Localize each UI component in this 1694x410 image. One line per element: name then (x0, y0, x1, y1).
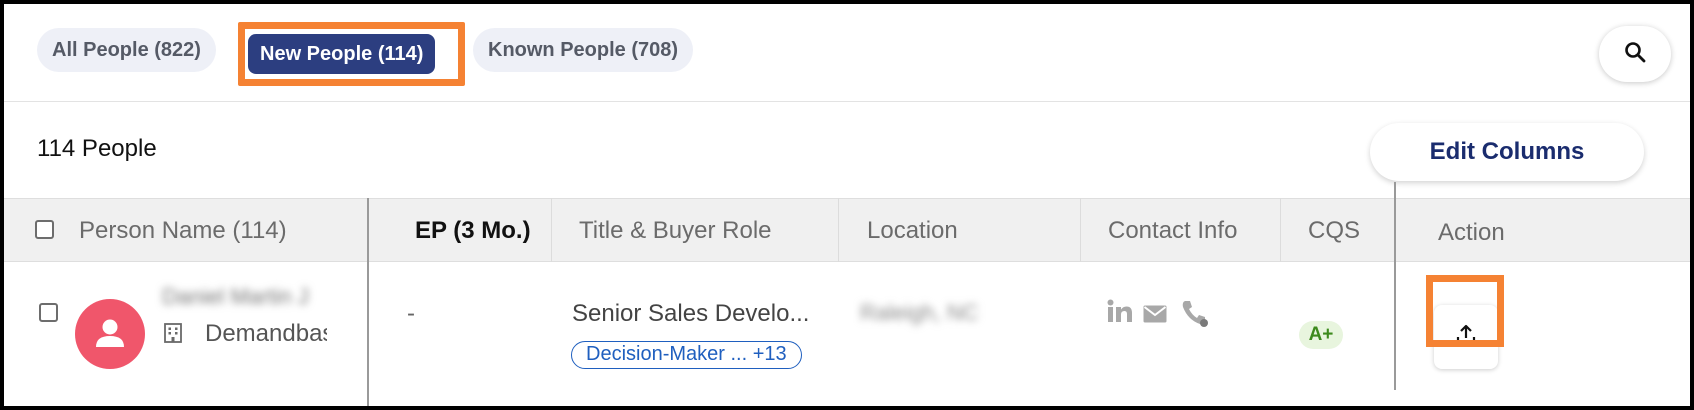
job-title: Senior Sales Develo... (572, 300, 810, 327)
col-person-name[interactable]: Person Name (114) (79, 199, 287, 263)
person-avatar-icon (75, 299, 145, 369)
company-name[interactable]: Demandbase (205, 320, 327, 348)
row-checkbox[interactable] (39, 303, 58, 322)
column-divider (551, 198, 552, 262)
edit-columns-button[interactable]: Edit Columns (1370, 123, 1644, 181)
column-divider (838, 198, 839, 262)
cqs-badge: A+ (1299, 321, 1343, 349)
building-icon (162, 322, 184, 349)
people-panel: All People (822) New People (114) Known … (4, 4, 1690, 406)
tab-all-people[interactable]: All People (822) (37, 28, 216, 72)
tab-known-people[interactable]: Known People (708) (473, 28, 694, 72)
col-cqs[interactable]: CQS (1308, 199, 1360, 263)
search-button[interactable] (1599, 26, 1671, 82)
col-location[interactable]: Location (867, 199, 958, 263)
highlight-box (238, 22, 465, 86)
person-name[interactable]: Daniel Martin J (162, 284, 309, 310)
location-value: Raleigh, NC (860, 300, 979, 325)
column-divider (1080, 198, 1081, 262)
col-contact-info[interactable]: Contact Info (1108, 199, 1237, 263)
linkedin-icon[interactable] (1107, 299, 1133, 328)
col-action: Action (1438, 219, 1505, 246)
column-divider (1280, 198, 1281, 262)
search-icon (1623, 40, 1647, 69)
email-icon[interactable] (1143, 305, 1167, 328)
people-count: 114 People (37, 135, 157, 162)
highlight-box (1426, 275, 1504, 347)
col-ep[interactable]: EP (3 Mo.) (415, 199, 531, 263)
tab-bar: All People (822) New People (114) Known … (4, 4, 1690, 102)
select-all-checkbox[interactable] (35, 220, 54, 239)
phone-icon[interactable] (1180, 298, 1210, 333)
ep-value: - (407, 300, 415, 327)
buyer-role-pill[interactable]: Decision-Maker ... +13 (571, 341, 802, 369)
table-header: Person Name (114) EP (3 Mo.) Title & Buy… (4, 198, 1690, 262)
col-title-role[interactable]: Title & Buyer Role (579, 199, 772, 263)
